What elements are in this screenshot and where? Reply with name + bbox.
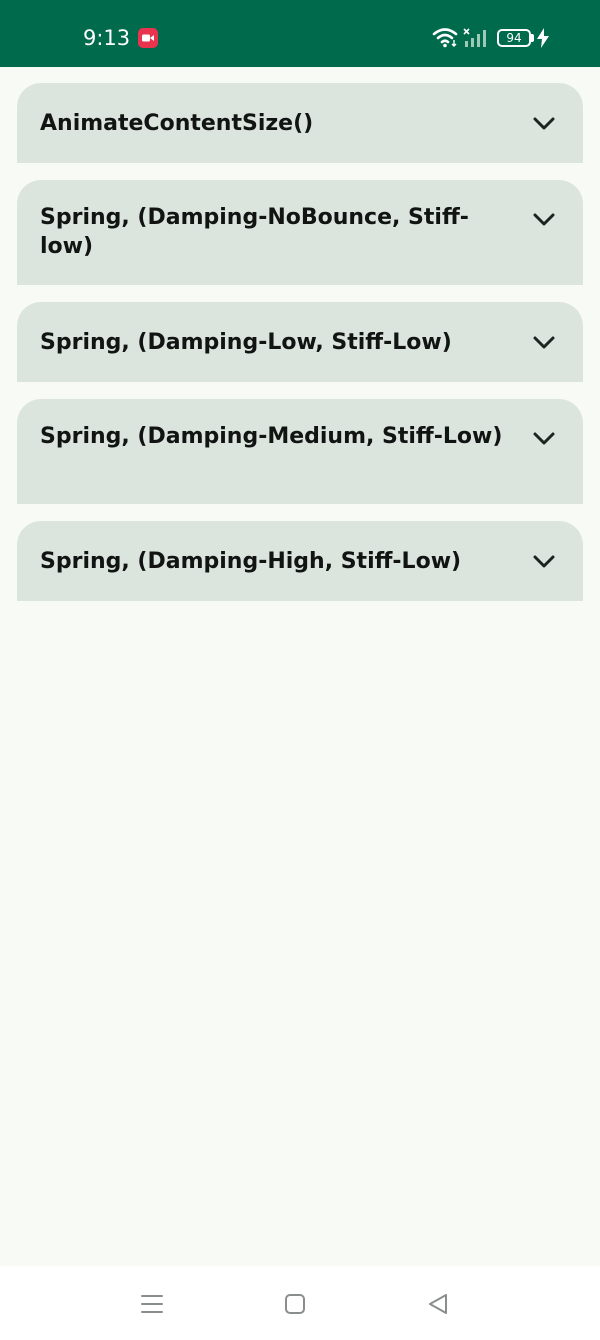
expandable-card-spring-low[interactable]: Spring, (Damping-Low, Stiff-Low) <box>17 302 583 382</box>
card-title: Spring, (Damping-Low, Stiff-Low) <box>40 329 452 355</box>
chevron-down-icon[interactable] <box>533 116 555 130</box>
chevron-down-icon[interactable] <box>533 212 555 226</box>
expandable-card-animate-content-size[interactable]: AnimateContentSize() <box>17 83 583 163</box>
card-title: Spring, (Damping-NoBounce, Stiff-low) <box>40 205 469 259</box>
home-icon[interactable] <box>281 1290 309 1318</box>
chevron-down-icon[interactable] <box>533 554 555 568</box>
card-title: AnimateContentSize() <box>40 110 314 136</box>
screen-record-icon <box>138 28 158 48</box>
chevron-down-icon[interactable] <box>533 431 555 445</box>
signal-icon <box>462 28 490 52</box>
expandable-card-spring-medium[interactable]: Spring, (Damping-Medium, Stiff-Low) <box>17 399 583 504</box>
navigation-bar <box>0 1266 600 1340</box>
menu-icon[interactable] <box>138 1290 166 1318</box>
battery-icon: 94 <box>497 29 531 47</box>
expandable-card-spring-nobounce[interactable]: Spring, (Damping-NoBounce, Stiff-low) <box>17 180 583 285</box>
card-title: Spring, (Damping-Medium, Stiff-Low) <box>40 424 503 449</box>
status-bar: 9:13 94 <box>0 0 600 67</box>
animation-list: AnimateContentSize() Spring, (Damping-No… <box>17 83 583 618</box>
charging-icon <box>537 28 549 52</box>
wifi-icon <box>432 26 458 52</box>
expandable-card-spring-high[interactable]: Spring, (Damping-High, Stiff-Low) <box>17 521 583 601</box>
back-icon[interactable] <box>424 1290 452 1318</box>
card-title: Spring, (Damping-High, Stiff-Low) <box>40 548 462 574</box>
battery-tip <box>531 34 534 42</box>
status-time: 9:13 <box>83 26 131 50</box>
chevron-down-icon[interactable] <box>533 335 555 349</box>
